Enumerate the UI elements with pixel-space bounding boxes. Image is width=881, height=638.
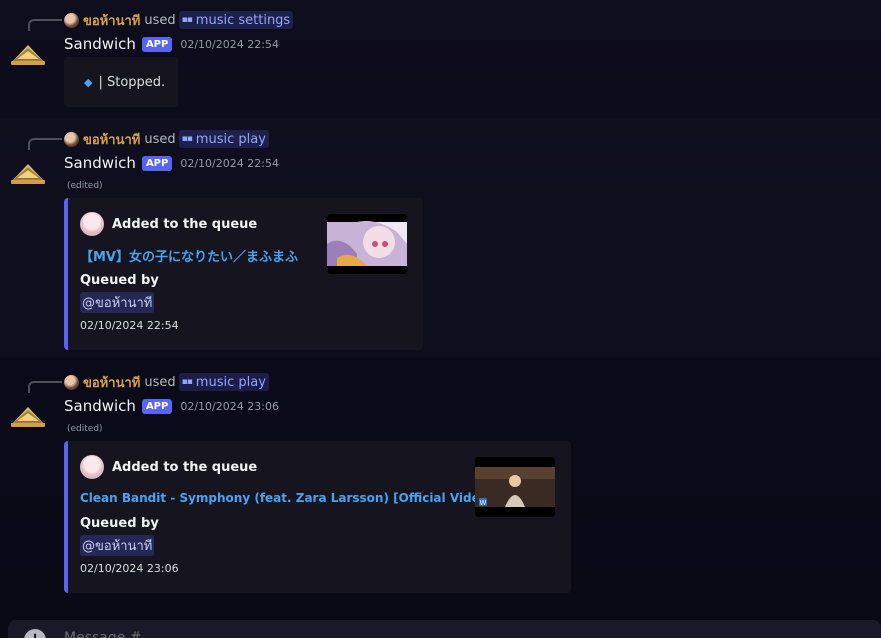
status-embed: ◆ | Stopped. <box>64 57 178 107</box>
command-icon: ▪▪ <box>181 377 193 387</box>
embed-field-name: Queued by <box>80 273 159 288</box>
user-mention[interactable]: @ขอห้านาที <box>80 535 155 556</box>
reply-username[interactable]: ขอห้านาที <box>83 129 140 150</box>
composer-placeholder[interactable]: Message # <box>64 630 142 638</box>
message-3: ขอห้านาที used ▪▪ music play Sandwich AP… <box>0 361 881 601</box>
reply-connector <box>28 138 62 150</box>
message-composer[interactable]: + Message # <box>8 620 881 638</box>
command-name: music settings <box>195 12 291 28</box>
embed-author-name: Added to the queue <box>112 216 258 232</box>
edited-label: (edited) <box>67 424 103 434</box>
message-header: Sandwich APP 02/10/2024 23:06 <box>64 396 279 416</box>
slash-command[interactable]: ▪▪ music settings <box>178 11 294 29</box>
bot-avatar[interactable] <box>8 153 48 193</box>
sandwich-icon <box>11 45 45 65</box>
queue-embed: Added to the queue 【MV】女の子になりたい／まふまふ Que… <box>64 198 423 350</box>
author-name[interactable]: Sandwich <box>64 35 136 53</box>
status-text: | Stopped. <box>98 74 166 90</box>
embed-title-link[interactable]: Clean Bandit - Symphony (feat. Zara Lars… <box>80 491 493 505</box>
reply-used-label: used <box>144 12 176 28</box>
message-2: ขอห้านาที used ▪▪ music play Sandwich AP… <box>0 118 881 358</box>
reply-context[interactable]: ขอห้านาที used ▪▪ music play <box>64 130 269 148</box>
app-badge: APP <box>141 36 173 52</box>
embed-author-avatar <box>80 455 104 479</box>
queue-embed: Added to the queue Clean Bandit - Sympho… <box>64 441 571 593</box>
command-icon: ▪▪ <box>181 15 193 25</box>
reply-context[interactable]: ขอห้านาที used ▪▪ music settings <box>64 10 294 31</box>
message-header: Sandwich APP 02/10/2024 22:54 <box>64 153 279 173</box>
timestamp[interactable]: 02/10/2024 23:06 <box>180 400 279 413</box>
message-header: Sandwich APP 02/10/2024 22:54 <box>64 34 279 54</box>
slash-command[interactable]: ▪▪ music play <box>178 373 269 391</box>
bot-avatar[interactable] <box>8 396 48 436</box>
command-icon: ▪▪ <box>181 134 193 144</box>
reply-username[interactable]: ขอห้านาที <box>83 372 140 393</box>
reply-avatar[interactable] <box>64 374 79 390</box>
reply-context[interactable]: ขอห้านาที used ▪▪ music play <box>64 373 269 391</box>
timestamp[interactable]: 02/10/2024 22:54 <box>180 157 279 170</box>
app-badge: APP <box>141 155 173 171</box>
reply-connector <box>28 381 62 393</box>
sandwich-icon <box>11 164 45 184</box>
reply-username[interactable]: ขอห้านาที <box>83 10 140 31</box>
music-video-thumbnail-image: W <box>475 457 555 517</box>
anime-thumbnail-image <box>327 214 407 274</box>
reply-connector <box>28 19 62 31</box>
embed-author: Added to the queue <box>80 455 257 479</box>
embed-author: Added to the queue <box>80 212 257 236</box>
diamond-icon: ◆ <box>84 75 93 89</box>
edited-label: (edited) <box>67 181 103 191</box>
embed-footer: 02/10/2024 23:06 <box>80 562 179 575</box>
slash-command[interactable]: ▪▪ music play <box>178 130 269 148</box>
bot-avatar[interactable] <box>8 34 48 74</box>
author-name[interactable]: Sandwich <box>64 397 136 415</box>
command-name: music play <box>195 131 266 147</box>
sandwich-icon <box>11 407 45 427</box>
timestamp[interactable]: 02/10/2024 22:54 <box>180 38 279 51</box>
embed-author-name: Added to the queue <box>112 459 258 475</box>
video-thumbnail[interactable]: W <box>475 457 555 517</box>
author-name[interactable]: Sandwich <box>64 154 136 172</box>
embed-field-name: Queued by <box>80 516 159 531</box>
app-badge: APP <box>141 398 173 414</box>
reply-avatar[interactable] <box>64 12 79 28</box>
warner-logo: W <box>480 499 487 507</box>
embed-footer: 02/10/2024 22:54 <box>80 319 179 332</box>
command-name: music play <box>195 374 266 390</box>
reply-avatar[interactable] <box>64 131 79 147</box>
user-mention[interactable]: @ขอห้านาที <box>80 292 155 313</box>
embed-author-avatar <box>80 212 104 236</box>
video-thumbnail[interactable] <box>327 214 407 274</box>
add-attachment-icon[interactable]: + <box>24 629 46 638</box>
reply-used-label: used <box>144 374 176 390</box>
embed-title-link[interactable]: 【MV】女の子になりたい／まふまふ <box>80 246 298 265</box>
reply-used-label: used <box>144 131 176 147</box>
message-1: ขอห้านาที used ▪▪ music settings Sandwic… <box>0 0 881 118</box>
